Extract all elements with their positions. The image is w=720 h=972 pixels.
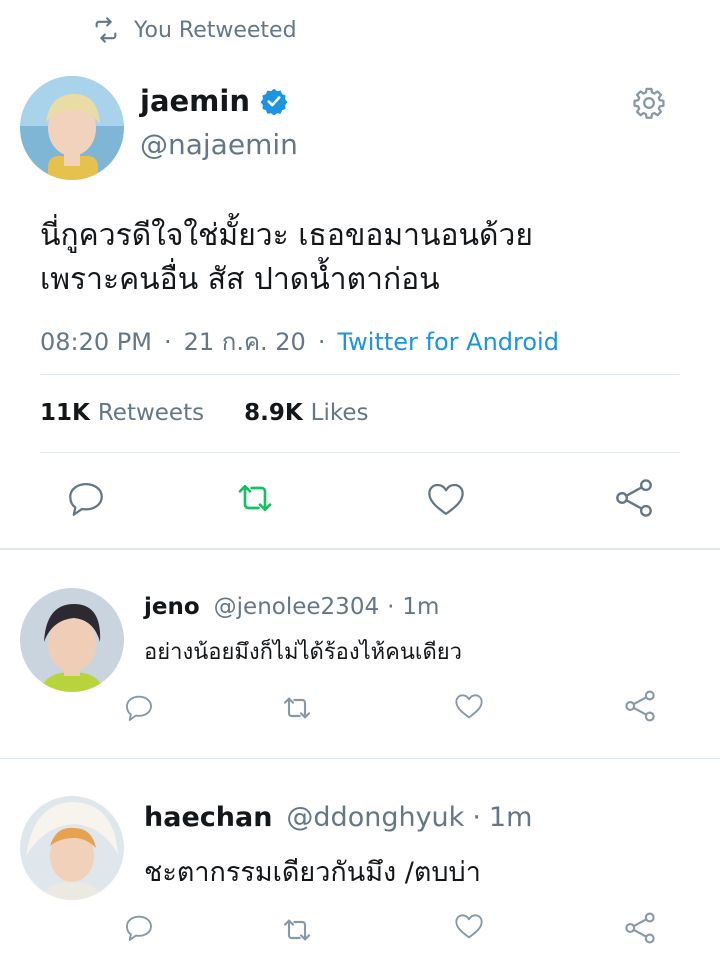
like-icon[interactable] (452, 910, 486, 942)
like-icon[interactable] (424, 478, 468, 520)
tweet-author-name[interactable]: jaemin (140, 84, 288, 118)
meta-separator: · (163, 327, 172, 356)
reply-icon[interactable] (122, 912, 156, 944)
reply-icon[interactable] (64, 478, 108, 520)
share-icon[interactable] (622, 910, 658, 946)
likes-label: Likes (310, 400, 369, 426)
tweet-author-handle[interactable]: @najaemin (140, 128, 298, 161)
meta-separator: · (472, 802, 481, 833)
tweet-time: 08:20 PM (40, 327, 152, 356)
retweet-icon[interactable] (280, 692, 314, 724)
meta-separator: · (387, 594, 395, 620)
divider (40, 452, 680, 453)
retweets-count: 11K (40, 400, 90, 426)
tweet-stats: 11K Retweets 8.9K Likes (40, 400, 409, 426)
verified-badge-icon (260, 88, 288, 115)
retweets-stat[interactable]: 11K Retweets (40, 400, 204, 426)
tweet-text-line-2: เพราะคนอื่น สัส ปาดน้ำตาก่อน (40, 262, 440, 297)
meta-separator: · (317, 327, 326, 356)
reply-time: 1m (488, 802, 533, 833)
retweet-icon[interactable] (280, 914, 314, 946)
retweet-context-label: You Retweeted (134, 17, 297, 43)
reply-time: 1m (402, 594, 440, 620)
share-icon[interactable] (612, 476, 656, 520)
retweet-icon (95, 17, 117, 43)
retweets-label: Retweets (97, 400, 205, 426)
avatar-haechan[interactable] (20, 796, 124, 900)
share-icon[interactable] (622, 688, 658, 724)
divider (0, 548, 720, 550)
reply-author-name[interactable]: jeno (144, 594, 200, 620)
reply-author-handle[interactable]: @jenolee2304 (214, 594, 379, 620)
tweet-source-link[interactable]: Twitter for Android (337, 328, 558, 356)
retweet-icon[interactable] (232, 478, 278, 518)
avatar-jaemin[interactable] (20, 76, 124, 180)
divider (40, 374, 680, 375)
reply-text: ชะตากรรมเดียวกันมึง /ตบบ่า (144, 857, 481, 888)
reply-header: jeno @jenolee2304 · 1m (144, 594, 439, 620)
avatar-jeno[interactable] (20, 588, 124, 692)
retweet-context: You Retweeted (92, 16, 297, 44)
tweet-date: 21 ก.ค. 20 (183, 328, 306, 356)
gear-icon[interactable] (632, 86, 666, 120)
reply-text: อย่างน้อยมึงก็ไม่ได้ร้องไห้คนเดียว (144, 640, 462, 665)
tweet-text-line-1: นี่กูควรดีใจใช่มั้ยวะ เธอขอมานอนด้วย (40, 218, 533, 253)
likes-stat[interactable]: 8.9K Likes (244, 400, 368, 426)
reply-author-name[interactable]: haechan (144, 802, 272, 833)
divider (0, 758, 720, 759)
reply-author-handle[interactable]: @ddonghyuk (286, 802, 464, 833)
reply-icon[interactable] (122, 692, 156, 724)
likes-count: 8.9K (244, 400, 303, 426)
tweet-text: นี่กูควรดีใจใช่มั้ยวะ เธอขอมานอนด้วย เพร… (40, 214, 700, 302)
reply-header: haechan @ddonghyuk · 1m (144, 802, 532, 833)
like-icon[interactable] (452, 690, 486, 722)
author-name-text: jaemin (140, 84, 250, 118)
tweet-meta: 08:20 PM · 21 ก.ค. 20 · Twitter for Andr… (40, 322, 559, 361)
